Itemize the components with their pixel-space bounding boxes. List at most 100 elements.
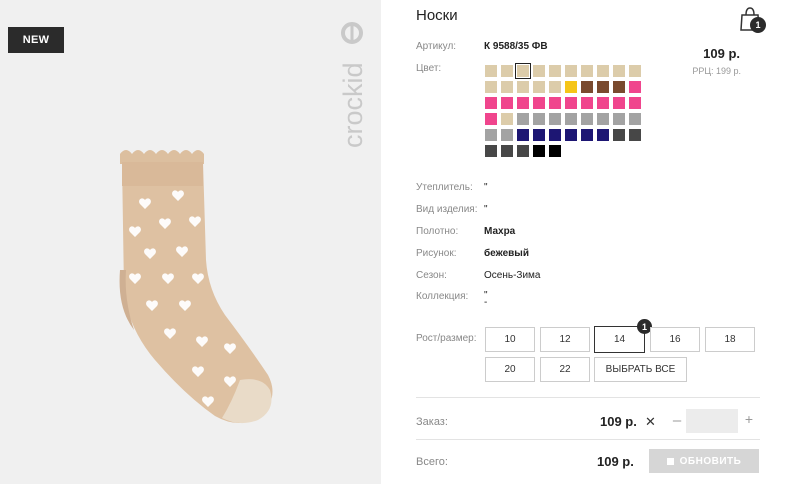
brand-logo: crockid xyxy=(338,22,368,148)
divider xyxy=(416,439,760,440)
color-swatch-dark[interactable] xyxy=(613,129,625,141)
color-swatch-navy[interactable] xyxy=(581,129,593,141)
color-swatch-beige[interactable] xyxy=(517,81,529,93)
color-swatch-pink[interactable] xyxy=(565,97,577,109)
color-swatch-pink[interactable] xyxy=(629,97,641,109)
color-swatch-pink[interactable] xyxy=(549,97,561,109)
color-swatch-navy[interactable] xyxy=(533,129,545,141)
color-swatch-gray[interactable] xyxy=(533,113,545,125)
color-swatch-beige[interactable] xyxy=(501,81,513,93)
quantity-input[interactable] xyxy=(686,409,738,433)
color-swatch-gray[interactable] xyxy=(485,129,497,141)
color-swatch-beige[interactable] xyxy=(533,81,545,93)
color-swatch-gray[interactable] xyxy=(581,113,593,125)
pattern-value: бежевый xyxy=(484,248,529,259)
color-swatch-pink[interactable] xyxy=(485,113,497,125)
brand-logo-text: crockid xyxy=(338,62,368,148)
color-swatch-beige[interactable] xyxy=(565,65,577,77)
color-swatch-pink[interactable] xyxy=(501,97,513,109)
color-swatch-yellow[interactable] xyxy=(565,81,577,93)
color-swatch-gray[interactable] xyxy=(629,113,641,125)
color-swatch-dark[interactable] xyxy=(501,145,513,157)
color-swatch-pink[interactable] xyxy=(581,97,593,109)
color-swatch-black[interactable] xyxy=(549,145,561,157)
new-badge: NEW xyxy=(8,27,64,53)
color-swatch-beige[interactable] xyxy=(485,65,497,77)
color-swatch-pink[interactable] xyxy=(597,97,609,109)
type-label: Вид изделия: xyxy=(416,204,478,215)
color-swatch-gray[interactable] xyxy=(517,113,529,125)
update-button-label: ОБНОВИТЬ xyxy=(679,455,742,467)
color-swatch-beige[interactable] xyxy=(515,63,531,79)
color-swatch-gray[interactable] xyxy=(549,113,561,125)
color-swatch-navy[interactable] xyxy=(517,129,529,141)
insulation-label: Утеплитель: xyxy=(416,182,473,193)
color-swatch-beige[interactable] xyxy=(629,65,641,77)
total-label: Всего: xyxy=(416,456,448,468)
color-swatch-beige[interactable] xyxy=(581,65,593,77)
insulation-value: " xyxy=(484,182,488,193)
refresh-icon xyxy=(666,457,674,465)
color-swatch-dark[interactable] xyxy=(517,145,529,157)
total-price: 109 р. xyxy=(597,454,634,469)
size-option-22[interactable]: 22 xyxy=(540,357,590,382)
size-option-12[interactable]: 12 xyxy=(540,327,590,352)
color-swatch-dark[interactable] xyxy=(485,145,497,157)
color-swatch-navy[interactable] xyxy=(597,129,609,141)
order-label: Заказ: xyxy=(416,416,448,428)
color-swatch-beige[interactable] xyxy=(549,65,561,77)
collection-label: Коллекция: xyxy=(416,291,469,302)
fabric-value: Махра xyxy=(484,226,516,237)
color-swatch-brown[interactable] xyxy=(581,81,593,93)
product-price: 109 р. xyxy=(703,46,740,61)
color-swatch-navy[interactable] xyxy=(549,129,561,141)
color-swatch-brown[interactable] xyxy=(597,81,609,93)
color-swatch-beige[interactable] xyxy=(501,65,513,77)
color-swatch-dark[interactable] xyxy=(629,129,641,141)
color-swatch-beige[interactable] xyxy=(501,113,513,125)
color-swatch-pink[interactable] xyxy=(533,97,545,109)
size-option-10[interactable]: 10 xyxy=(485,327,535,352)
color-swatch-beige[interactable] xyxy=(485,81,497,93)
order-price: 109 р. xyxy=(600,414,637,429)
season-label: Сезон: xyxy=(416,270,447,281)
collection-value-dash: - xyxy=(484,297,488,308)
color-swatch-gray[interactable] xyxy=(501,129,513,141)
size-option-18[interactable]: 18 xyxy=(705,327,755,352)
color-swatch-beige[interactable] xyxy=(533,65,545,77)
color-swatch-pink[interactable] xyxy=(517,97,529,109)
color-swatch-pink[interactable] xyxy=(629,81,641,93)
pattern-label: Рисунок: xyxy=(416,248,457,259)
close-icon[interactable]: ✕ xyxy=(645,414,656,430)
color-swatch-beige[interactable] xyxy=(597,65,609,77)
minus-icon[interactable]: – xyxy=(670,412,684,429)
color-swatch-gray[interactable] xyxy=(613,113,625,125)
select-all-sizes-button[interactable]: ВЫБРАТЬ ВСЕ xyxy=(594,357,687,382)
fabric-label: Полотно: xyxy=(416,226,459,237)
size-option-20[interactable]: 20 xyxy=(485,357,535,382)
color-swatch-beige[interactable] xyxy=(613,65,625,77)
sock-image xyxy=(119,150,273,424)
article-label: Артикул: xyxy=(416,41,457,52)
plus-icon[interactable]: + xyxy=(742,411,756,427)
recommended-price: РРЦ: 199 р. xyxy=(692,66,741,76)
season-value: Осень-Зима xyxy=(484,270,541,281)
color-swatch-pink[interactable] xyxy=(485,97,497,109)
color-swatch-gray[interactable] xyxy=(565,113,577,125)
color-swatch-navy[interactable] xyxy=(565,129,577,141)
product-title: Носки xyxy=(416,7,458,24)
size-label: Рост/размер: xyxy=(416,333,477,344)
color-label: Цвет: xyxy=(416,63,442,74)
article-value: К 9588/35 ФВ xyxy=(484,41,548,52)
color-swatches xyxy=(485,63,655,157)
divider xyxy=(416,397,760,398)
color-swatch-gray[interactable] xyxy=(597,113,609,125)
color-swatch-beige[interactable] xyxy=(549,81,561,93)
cart-count-badge: 1 xyxy=(750,17,766,33)
color-swatch-black[interactable] xyxy=(533,145,545,157)
color-swatch-pink[interactable] xyxy=(613,97,625,109)
update-button[interactable]: ОБНОВИТЬ xyxy=(649,449,759,473)
size-option-16[interactable]: 16 xyxy=(650,327,700,352)
color-swatch-brown[interactable] xyxy=(613,81,625,93)
product-photo[interactable]: NEW crockid xyxy=(0,0,381,484)
